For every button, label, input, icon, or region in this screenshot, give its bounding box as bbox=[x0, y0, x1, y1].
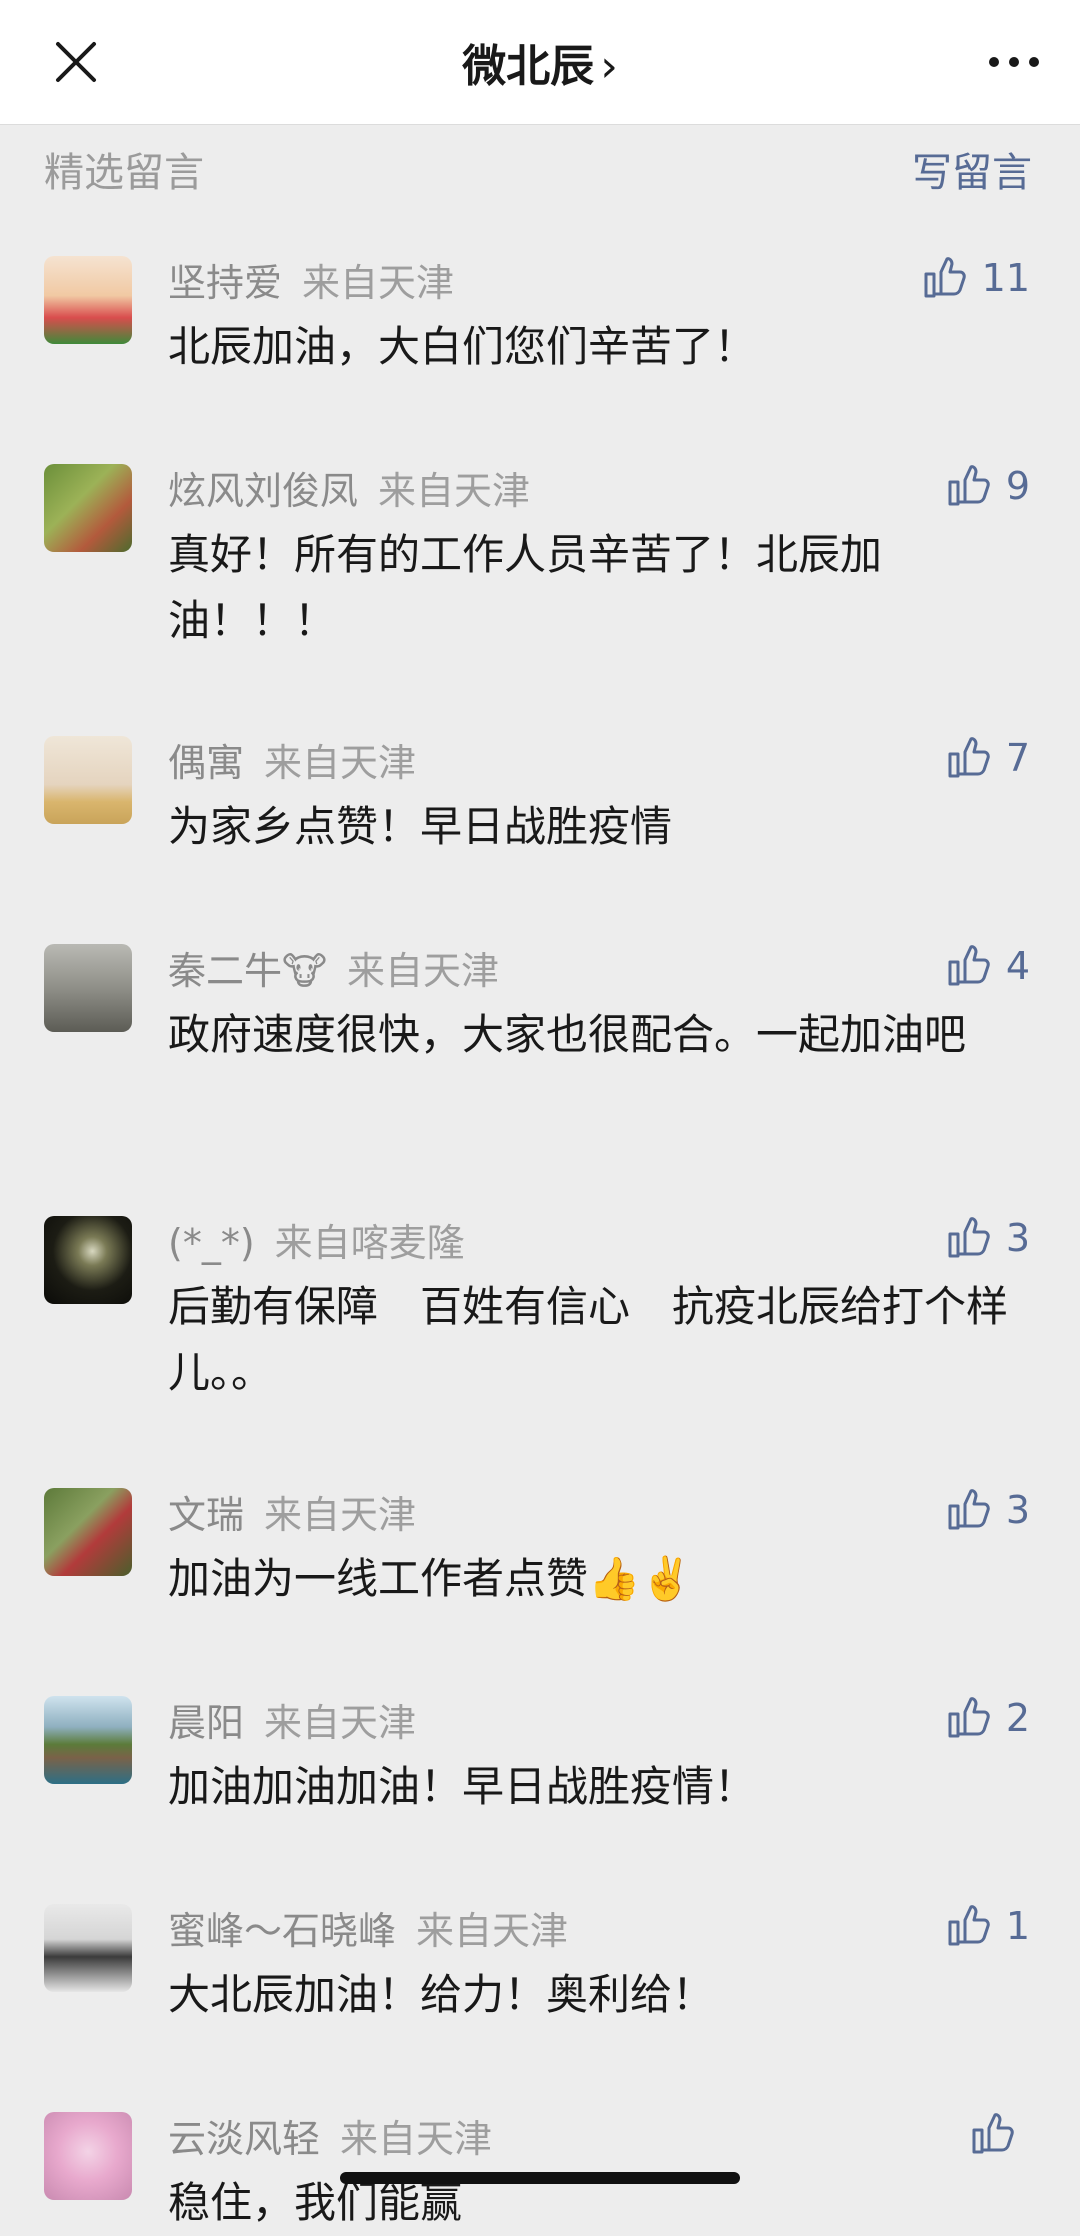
avatar[interactable] bbox=[44, 1904, 132, 1992]
comment-location: 来自天津 bbox=[302, 261, 455, 305]
like-button[interactable]: 3 bbox=[944, 1210, 1030, 1266]
more-icon[interactable] bbox=[984, 40, 1044, 84]
like-count: 2 bbox=[1005, 1696, 1030, 1740]
like-button[interactable]: 2 bbox=[944, 1690, 1030, 1746]
comment-text: 加油加油加油！早日战胜疫情！ bbox=[168, 1762, 757, 1811]
like-button[interactable]: 9 bbox=[944, 458, 1030, 514]
comment-author[interactable]: (*_*) bbox=[168, 1221, 255, 1265]
comment-location: 来自天津 bbox=[340, 2117, 493, 2161]
avatar[interactable] bbox=[44, 256, 132, 344]
comment-text: 加油为一线工作者点赞👍✌️ bbox=[168, 1554, 693, 1603]
thumbs-up-icon bbox=[948, 1217, 990, 1258]
thumbs-up-icon bbox=[948, 737, 990, 778]
comment-location: 来自天津 bbox=[346, 949, 499, 993]
avatar[interactable] bbox=[44, 1216, 132, 1304]
like-button[interactable]: 1 bbox=[944, 1898, 1030, 1954]
comment-author[interactable]: 文瑞 bbox=[168, 1493, 244, 1537]
comment-location: 来自天津 bbox=[378, 469, 531, 513]
avatar[interactable] bbox=[44, 736, 132, 824]
comment-location: 来自天津 bbox=[264, 1701, 417, 1745]
comment-author[interactable]: 坚持爱 bbox=[168, 261, 282, 305]
comment-author[interactable]: 晨阳 bbox=[168, 1701, 244, 1745]
avatar[interactable] bbox=[44, 464, 132, 552]
like-count: 1 bbox=[1005, 1904, 1030, 1948]
comment-author[interactable]: 蜜峰～石晓峰 bbox=[168, 1909, 396, 1953]
section-header: 精选留言 写留言 bbox=[0, 124, 1080, 204]
comment-text: 大北辰加油！给力！奥利给！ bbox=[168, 1970, 715, 2019]
avatar[interactable] bbox=[44, 2112, 132, 2200]
comment-text: 真好！所有的工作人员辛苦了！北辰加油！！！ bbox=[168, 530, 883, 645]
thumbs-up-icon bbox=[948, 465, 990, 506]
avatar[interactable] bbox=[44, 1696, 132, 1784]
like-count: 9 bbox=[1005, 464, 1030, 508]
thumbs-up-icon bbox=[948, 1905, 990, 1946]
page-title[interactable]: 微北辰 › bbox=[0, 30, 1080, 94]
thumbs-up-icon bbox=[948, 945, 990, 986]
like-button[interactable]: 3 bbox=[944, 1482, 1030, 1538]
like-button[interactable] bbox=[968, 2106, 1030, 2162]
thumbs-up-icon bbox=[924, 257, 966, 298]
comment-text: 后勤有保障 百姓有信心 抗疫北辰给打个样儿。。 bbox=[168, 1282, 1009, 1397]
comment-location: 来自喀麦隆 bbox=[274, 1221, 465, 1265]
comment-author[interactable]: 偶寓 bbox=[168, 741, 244, 785]
title-text: 微北辰 bbox=[462, 41, 595, 92]
like-button[interactable]: 4 bbox=[944, 938, 1030, 994]
comment-text: 政府速度很快，大家也很配合。一起加油吧 bbox=[168, 1010, 967, 1059]
thumbs-up-icon bbox=[948, 1489, 990, 1530]
avatar[interactable] bbox=[44, 944, 132, 1032]
comment-location: 来自天津 bbox=[264, 1493, 417, 1537]
write-comment-button[interactable]: 写留言 bbox=[912, 140, 1032, 198]
featured-comments-label: 精选留言 bbox=[44, 150, 204, 196]
thumbs-up-icon bbox=[948, 1697, 990, 1738]
like-count: 4 bbox=[1005, 944, 1030, 988]
like-count: 11 bbox=[981, 256, 1030, 300]
avatar[interactable] bbox=[44, 1488, 132, 1576]
like-button[interactable]: 11 bbox=[920, 250, 1030, 306]
comment-author[interactable]: 炫风刘俊凤 bbox=[168, 469, 358, 513]
like-button[interactable]: 7 bbox=[944, 730, 1030, 786]
comment-location: 来自天津 bbox=[264, 741, 417, 785]
comment-text: 北辰加油，大白们您们辛苦了！ bbox=[168, 322, 757, 371]
home-indicator[interactable] bbox=[340, 2172, 740, 2184]
comment-text: 为家乡点赞！早日战胜疫情 bbox=[168, 802, 673, 851]
like-count: 7 bbox=[1005, 736, 1030, 780]
thumbs-up-icon bbox=[972, 2113, 1014, 2154]
top-bar: 微北辰 › bbox=[0, 0, 1080, 125]
chevron-right-icon: › bbox=[600, 41, 618, 92]
comment-author[interactable]: 云淡风轻 bbox=[168, 2117, 320, 2161]
comment-author[interactable]: 秦二牛🐮 bbox=[168, 949, 327, 993]
like-count: 3 bbox=[1005, 1488, 1030, 1532]
like-count: 3 bbox=[1005, 1216, 1030, 1260]
comment-location: 来自天津 bbox=[416, 1909, 569, 1953]
